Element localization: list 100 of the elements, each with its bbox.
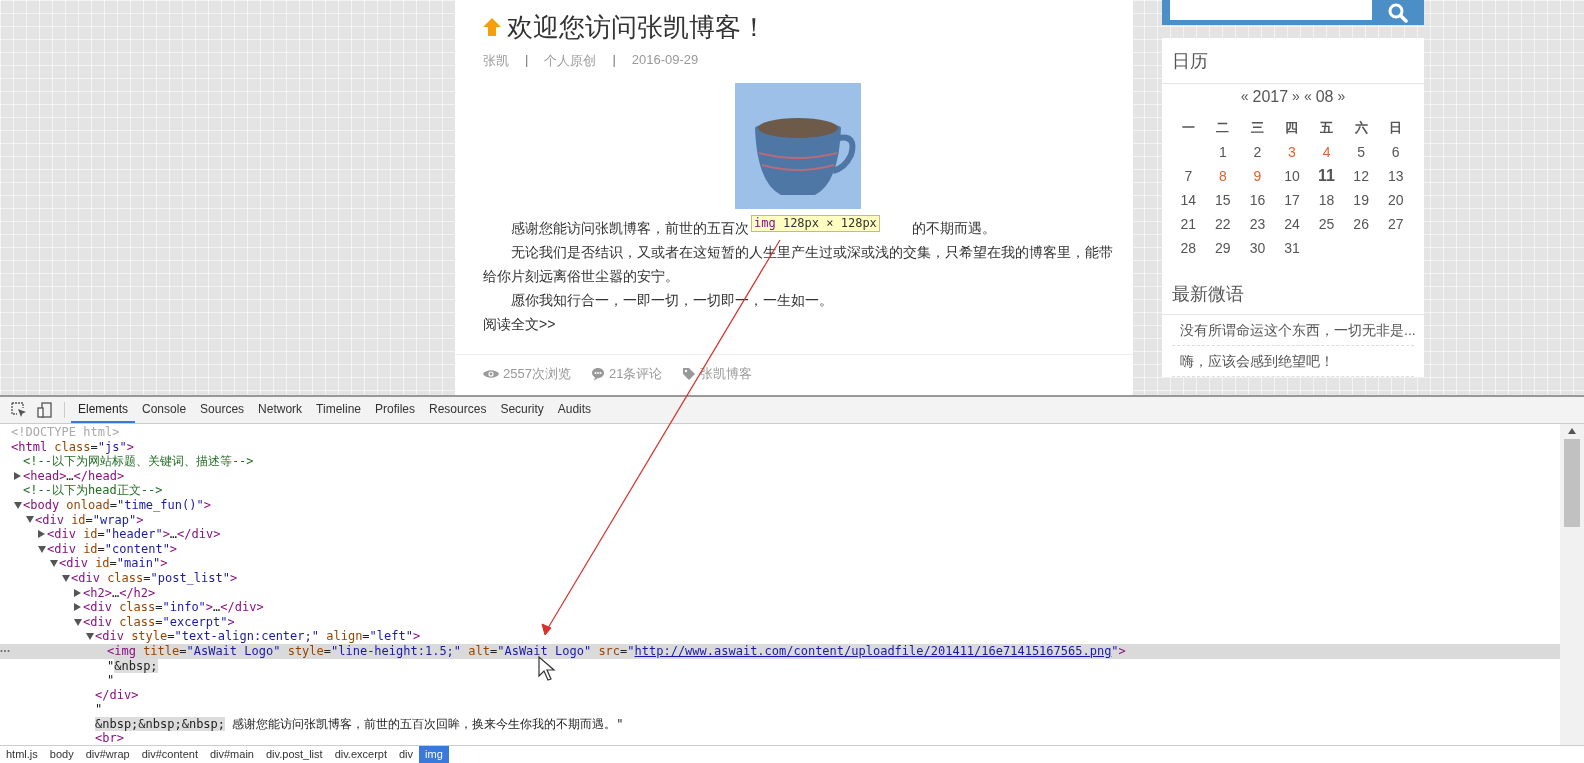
post-stat: 张凯博客 (700, 365, 753, 383)
calendar-day[interactable]: 13 (1378, 164, 1413, 188)
text-node[interactable]: " (95, 702, 103, 717)
element-node[interactable]: <div id="content"> (47, 541, 178, 557)
calendar-day[interactable]: 17 (1274, 188, 1310, 212)
calendar-day[interactable]: 4 (1309, 140, 1344, 164)
devtools-tab[interactable]: Timeline (309, 397, 368, 423)
next-link[interactable]: » (1337, 88, 1346, 106)
closing-tag[interactable]: </div> (95, 687, 139, 703)
element-node[interactable]: <div class="excerpt"> (83, 614, 235, 630)
collapse-triangle-icon[interactable] (25, 516, 34, 524)
expand-triangle-icon[interactable] (38, 530, 45, 539)
calendar-day[interactable]: 3 (1274, 140, 1310, 164)
calendar-day[interactable]: 2 (1240, 140, 1275, 164)
collapse-triangle-icon[interactable] (49, 560, 58, 568)
calendar-day[interactable]: 18 (1309, 188, 1344, 212)
calendar-day[interactable]: 8 (1205, 164, 1241, 188)
calendar-day[interactable]: 27 (1378, 212, 1413, 236)
element-node[interactable]: <head>…</head> (23, 468, 125, 484)
calendar-day[interactable]: 24 (1274, 212, 1310, 236)
scrollbar[interactable] (1560, 424, 1584, 745)
previous-link[interactable]: « (1303, 88, 1312, 106)
breadcrumb-item[interactable]: div.post_list (259, 746, 329, 763)
breadcrumb-item[interactable]: div#main (203, 746, 260, 763)
post-link[interactable]: 没有所谓命运这个东西，一切无非是... (1172, 315, 1414, 346)
calendar-day[interactable]: 9 (1240, 164, 1275, 188)
collapse-triangle-icon[interactable] (61, 574, 70, 582)
calendar-day[interactable]: 1 (1205, 140, 1241, 164)
calendar-day[interactable]: 15 (1205, 188, 1241, 212)
breadcrumb-item[interactable]: div#content (135, 746, 204, 763)
scrollbar-thumb[interactable] (1564, 439, 1580, 527)
element-node[interactable]: <div id="wrap"> (35, 512, 144, 528)
weekday-label: 六 (1353, 119, 1369, 137)
post-link[interactable]: 嗨，应该会感到绝望吧！ (1172, 346, 1414, 377)
calendar-day[interactable]: 19 (1343, 188, 1379, 212)
expand-triangle-icon[interactable] (14, 472, 21, 481)
devtools-tab[interactable]: Audits (550, 397, 599, 423)
calendar-day[interactable]: 30 (1240, 236, 1275, 260)
devtools-tab[interactable]: Security (493, 397, 551, 423)
breadcrumb-item[interactable]: img (419, 746, 449, 763)
more-icon[interactable] (0, 648, 10, 653)
text-node[interactable]: " (107, 673, 115, 688)
element-node[interactable]: <h2>…</h2> (83, 585, 156, 601)
breadcrumb-item[interactable]: div (393, 746, 420, 763)
collapse-triangle-icon[interactable] (73, 618, 82, 626)
calendar-day[interactable]: 21 (1171, 212, 1206, 236)
calendar-day[interactable]: 10 (1274, 164, 1310, 188)
post-meta: 张凯 (483, 52, 509, 70)
element-node[interactable]: <body onload="time_fun()"> (23, 497, 211, 513)
tag-icon (682, 367, 697, 381)
search-field[interactable] (1170, 0, 1372, 20)
devtools-tab[interactable]: Console (135, 397, 194, 423)
breadcrumb-item[interactable]: div#wrap (79, 746, 136, 763)
devtools-tab[interactable]: Elements (71, 397, 136, 423)
element-node[interactable]: <br> (95, 731, 124, 747)
paragraph-text: 感谢您能访问张凯博客，前世的五百次 (510, 219, 749, 238)
paragraph-text: 的不期而遇。 (910, 219, 996, 238)
comment-node[interactable]: <!--以下为head正文--> (23, 483, 163, 498)
devtools-tab[interactable]: Profiles (368, 397, 423, 423)
element-node[interactable]: <div style="text-align:center;" align="left"> (95, 629, 421, 644)
breadcrumb-item[interactable]: body (43, 746, 80, 763)
devtools-tab[interactable]: Resources (422, 397, 494, 423)
element-node[interactable]: <div class="post_list"> (71, 570, 238, 586)
calendar-day[interactable]: 20 (1378, 188, 1413, 212)
calendar-day[interactable]: 25 (1309, 212, 1344, 236)
element-node[interactable]: <div id="main"> (59, 556, 168, 571)
calendar-day[interactable]: 23 (1240, 212, 1275, 236)
devtools-tab[interactable]: Network (251, 397, 310, 423)
element-node[interactable]: <div id="header">…</div> (47, 527, 221, 542)
calendar-day[interactable]: 14 (1171, 188, 1206, 212)
post-stat: 21条评论 (608, 365, 663, 383)
calendar-day[interactable]: 22 (1205, 212, 1241, 236)
calendar-day[interactable]: 7 (1171, 164, 1206, 188)
calendar-day[interactable]: 5 (1343, 140, 1379, 164)
url-link[interactable]: http://www.aswait.com/content/uploadfile/201411/16e71415167565.png (634, 643, 1112, 658)
calendar-day[interactable]: 12 (1343, 164, 1379, 188)
breadcrumb-item[interactable]: html.js (0, 746, 44, 763)
next-link[interactable]: » (1292, 88, 1300, 106)
breadcrumb-item[interactable]: div.excerpt (328, 746, 393, 763)
previous-link[interactable]: « (1240, 88, 1249, 106)
collapse-triangle-icon[interactable] (13, 501, 22, 509)
element-node[interactable]: <div class="info">…</div> (83, 600, 264, 615)
device-icon[interactable] (37, 402, 53, 418)
calendar-day[interactable]: 6 (1378, 140, 1413, 164)
comment-node[interactable]: <!--以下为网站标题、关键词、描述等--> (23, 454, 254, 469)
inspect-icon[interactable] (11, 402, 27, 418)
calendar-day[interactable]: 29 (1205, 236, 1241, 260)
expand-triangle-icon[interactable] (74, 588, 81, 597)
element-node[interactable]: <html class="js"> (11, 439, 134, 455)
calendar-day[interactable]: 26 (1343, 212, 1379, 236)
read-more-link[interactable]: 阅读全文>> (483, 312, 556, 336)
calendar-day[interactable]: 11 (1309, 164, 1344, 188)
calendar-day[interactable]: 16 (1240, 188, 1275, 212)
calendar-day[interactable]: 31 (1274, 236, 1310, 260)
calendar-day[interactable]: 28 (1171, 236, 1206, 260)
collapse-triangle-icon[interactable] (37, 545, 46, 553)
text-node[interactable]: &nbsp;&nbsp;&nbsp; 感谢您能访问张凯博客，前世的五百次回眸，换来今生你我的不期而遇。" (95, 716, 624, 732)
meta-separator: | (524, 52, 530, 69)
devtools-tab[interactable]: Sources (193, 397, 252, 423)
expand-triangle-icon[interactable] (74, 603, 81, 612)
